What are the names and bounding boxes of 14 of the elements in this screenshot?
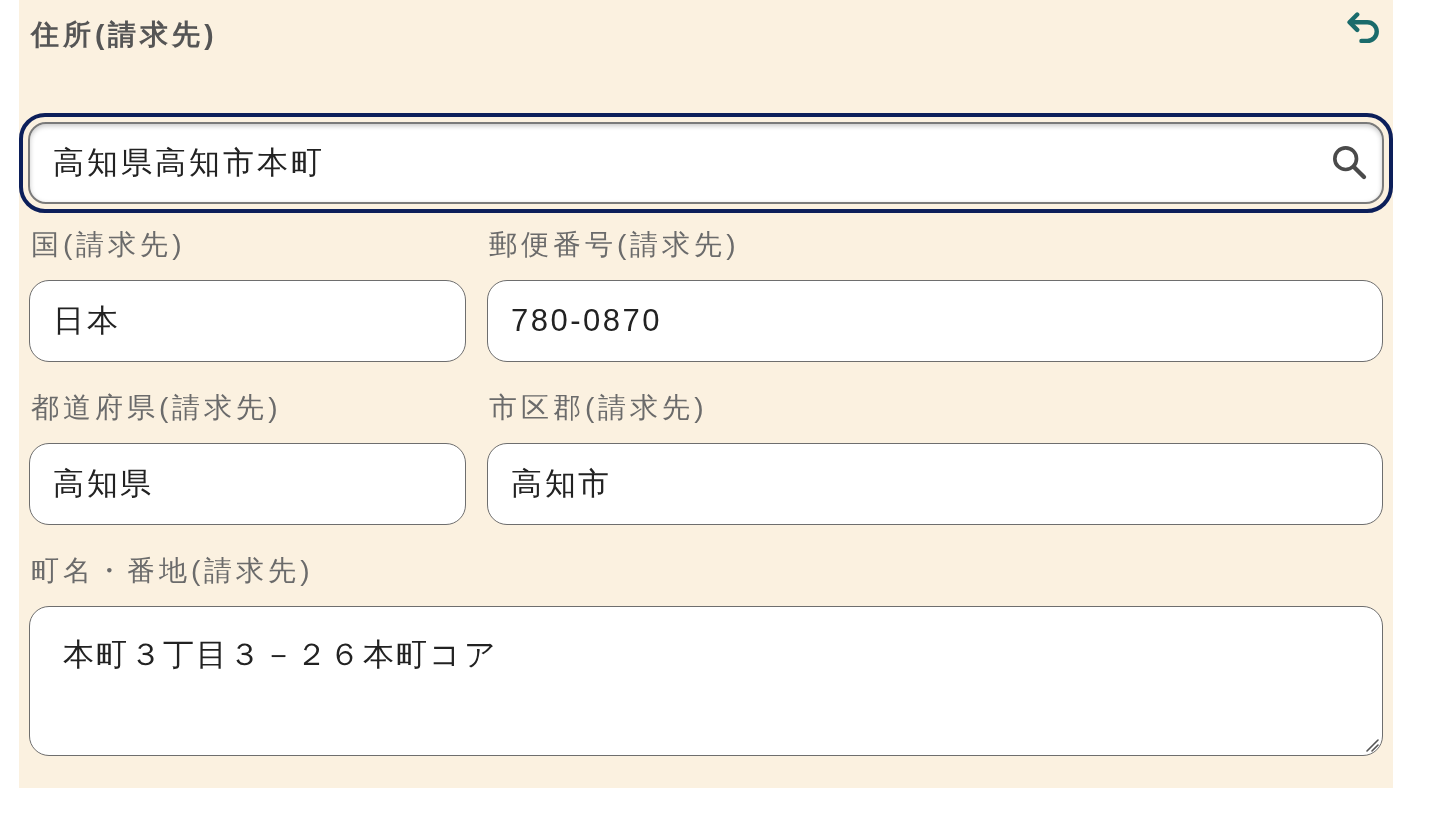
undo-icon[interactable] [1347,12,1381,46]
field-label: 都道府県(請求先) [31,391,282,425]
field-label: 市区郡(請求先) [489,391,708,425]
input-field[interactable]: 高知県 [29,443,466,525]
resize-grip-icon[interactable] [1365,738,1379,752]
field-label: 町名・番地(請求先) [31,554,314,588]
input-field[interactable]: 日本 [29,280,466,362]
input-field[interactable]: 780-0870 [487,280,1383,362]
section-title: 住所(請求先) [31,18,218,52]
field-label: 国(請求先) [31,228,186,262]
textarea-field[interactable]: 本町３丁目３－２６本町コア [29,606,1383,756]
search-field[interactable]: 高知県高知市本町 [28,122,1384,204]
input-field[interactable]: 高知市 [487,443,1383,525]
field-label: 郵便番号(請求先) [489,228,740,262]
